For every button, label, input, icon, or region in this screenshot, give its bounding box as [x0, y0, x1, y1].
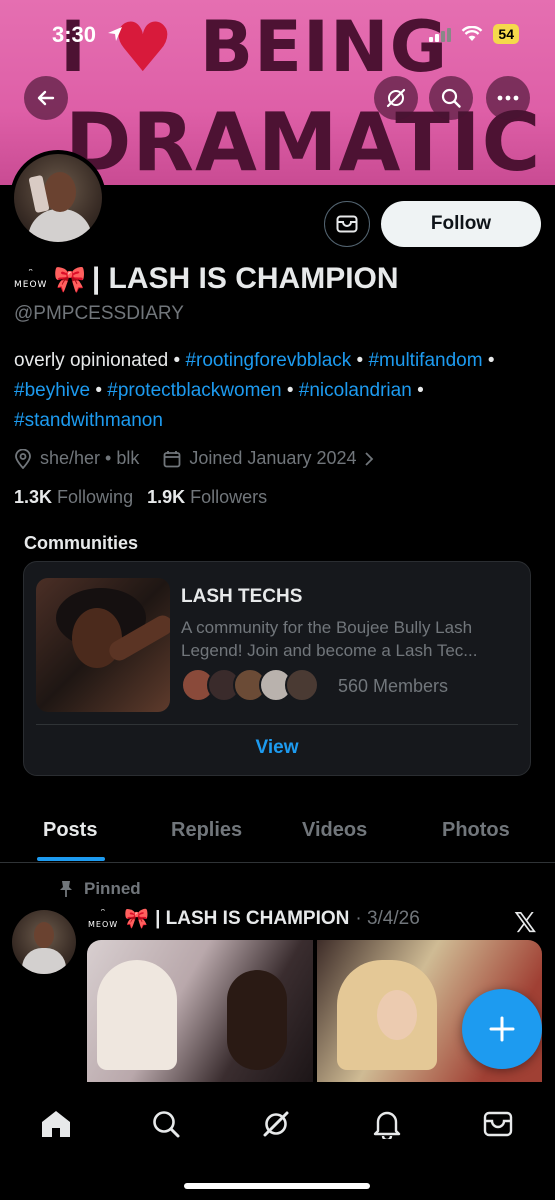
arrow-left-icon [37, 90, 55, 106]
pin-icon [60, 881, 72, 897]
more-dots-icon [497, 95, 519, 101]
tab-photos[interactable]: Photos [442, 819, 510, 842]
post-header: ᵔ MEOW 🎀 | LASH IS CHAMPION · 3/4/26 [88, 906, 420, 931]
status-icons: 54 [429, 24, 519, 44]
nav-notifications[interactable] [367, 1104, 407, 1144]
envelope-icon [483, 1111, 513, 1137]
nav-search[interactable] [146, 1104, 186, 1144]
member-avatars [181, 668, 319, 702]
community-name: LASH TECHS [181, 586, 303, 607]
grok-icon [386, 88, 406, 108]
more-options-button[interactable] [486, 76, 530, 120]
display-name: | LASH IS CHAMPION [91, 262, 399, 295]
search-icon [441, 88, 461, 108]
profile-bio: overly opinionated • #rootingforevbblack… [14, 350, 495, 431]
bow-emoji: 🎀 [53, 263, 86, 294]
home-icon [42, 1111, 70, 1137]
compose-button[interactable] [462, 989, 542, 1069]
post-date: · 3/4/26 [355, 907, 420, 929]
hashtag-link[interactable]: #multifandom [368, 350, 482, 371]
tab-posts[interactable]: Posts [43, 819, 97, 842]
follow-counts: 1.3K Following 1.9K Followers [14, 487, 267, 508]
profile-tabs: Posts Replies Videos Photos [0, 805, 555, 863]
wifi-icon [462, 26, 483, 41]
tab-replies[interactable]: Replies [171, 819, 242, 842]
post-image-1[interactable] [87, 940, 313, 1082]
member-count: 560 Members [338, 676, 449, 696]
hashtag-link[interactable]: #protectblackwomen [107, 380, 281, 401]
community-image [36, 578, 170, 712]
hashtag-link[interactable]: #rootingforevbblack [185, 350, 351, 371]
plus-icon [489, 1016, 515, 1042]
grok-icon [263, 1111, 289, 1137]
calendar-icon [163, 450, 181, 467]
bow-emoji: 🎀 [124, 908, 150, 930]
nav-messages[interactable] [478, 1104, 518, 1144]
bio-text: overly opinionated [14, 350, 169, 371]
display-name-row: ᵔ MEOW 🎀 | LASH IS CHAMPION [14, 262, 399, 296]
active-tab-indicator [37, 857, 105, 861]
post-author-avatar[interactable] [12, 910, 76, 974]
following-link[interactable]: 1.3K Following [14, 487, 133, 508]
location-pin-icon [15, 448, 31, 469]
post-author-name[interactable]: | LASH IS CHAMPION [155, 908, 349, 930]
chevron-right-icon[interactable] [364, 451, 374, 466]
hashtag-link[interactable]: #standwithmanon [14, 410, 163, 431]
search-icon [153, 1111, 180, 1138]
battery-indicator: 54 [493, 24, 519, 44]
profile-meta: she/her • blk Joined January 2024 [14, 448, 374, 469]
hashtag-link[interactable]: #nicolandrian [299, 380, 412, 401]
pronouns-location: she/her • blk [40, 448, 140, 468]
home-indicator [184, 1183, 370, 1189]
grok-button[interactable] [374, 76, 418, 120]
pinned-indicator: Pinned [58, 879, 141, 899]
profile-avatar[interactable] [10, 150, 106, 246]
location-arrow-icon [107, 26, 123, 47]
nav-home[interactable] [36, 1104, 76, 1144]
nav-grok[interactable] [256, 1104, 296, 1144]
hashtag-link[interactable]: #beyhive [14, 380, 90, 401]
joined-date: Joined January 2024 [189, 448, 357, 468]
follow-button[interactable]: Follow [381, 201, 541, 247]
search-button[interactable] [429, 76, 473, 120]
community-card[interactable]: LASH TECHS A community for the Boujee Bu… [23, 561, 531, 776]
user-handle: @PMPCESSDIARY [14, 303, 184, 324]
status-time: 3:30 [52, 22, 97, 47]
message-button[interactable] [324, 201, 370, 247]
tab-videos[interactable]: Videos [302, 819, 367, 842]
community-description: A community for the Boujee Bully Lash Le… [181, 618, 478, 660]
signal-icon [429, 26, 452, 42]
meow-emoji: ᵔ MEOW [88, 906, 119, 929]
divider [36, 724, 518, 725]
view-community-button[interactable]: View [24, 737, 530, 759]
envelope-icon [336, 215, 358, 233]
communities-heading: Communities [24, 533, 139, 553]
x-logo-icon: 𝕏 [514, 906, 537, 939]
back-button[interactable] [24, 76, 68, 120]
followers-link[interactable]: 1.9K Followers [147, 487, 267, 508]
meow-emoji: ᵔ MEOW [14, 266, 48, 290]
bell-icon [373, 1111, 401, 1139]
